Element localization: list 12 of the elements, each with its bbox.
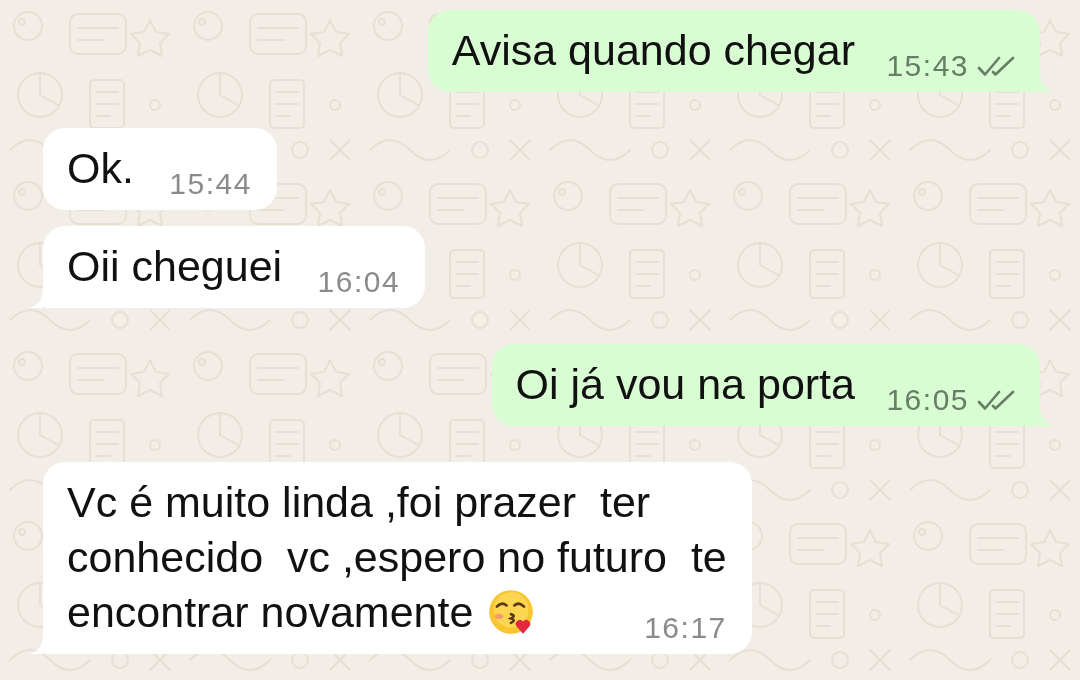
- message-time: 15:44: [169, 169, 252, 199]
- message-time: 16:04: [317, 267, 401, 297]
- message-text: Oii cheguei: [67, 242, 283, 290]
- message-time: 15:43: [886, 51, 969, 81]
- message-text: Oi já vou na porta: [515, 360, 855, 408]
- message-text: Ok.: [67, 144, 134, 192]
- message-text: conhecido vc ,espero no futuro te: [67, 533, 727, 581]
- message-time: 16:17: [644, 613, 727, 643]
- message-text: Vc é muito linda ,foi prazer ter: [67, 478, 651, 526]
- message-time: 16:05: [886, 385, 969, 415]
- message-text: encontrar novamente: [67, 588, 474, 636]
- message-text: Avisa quando chegar: [451, 26, 855, 74]
